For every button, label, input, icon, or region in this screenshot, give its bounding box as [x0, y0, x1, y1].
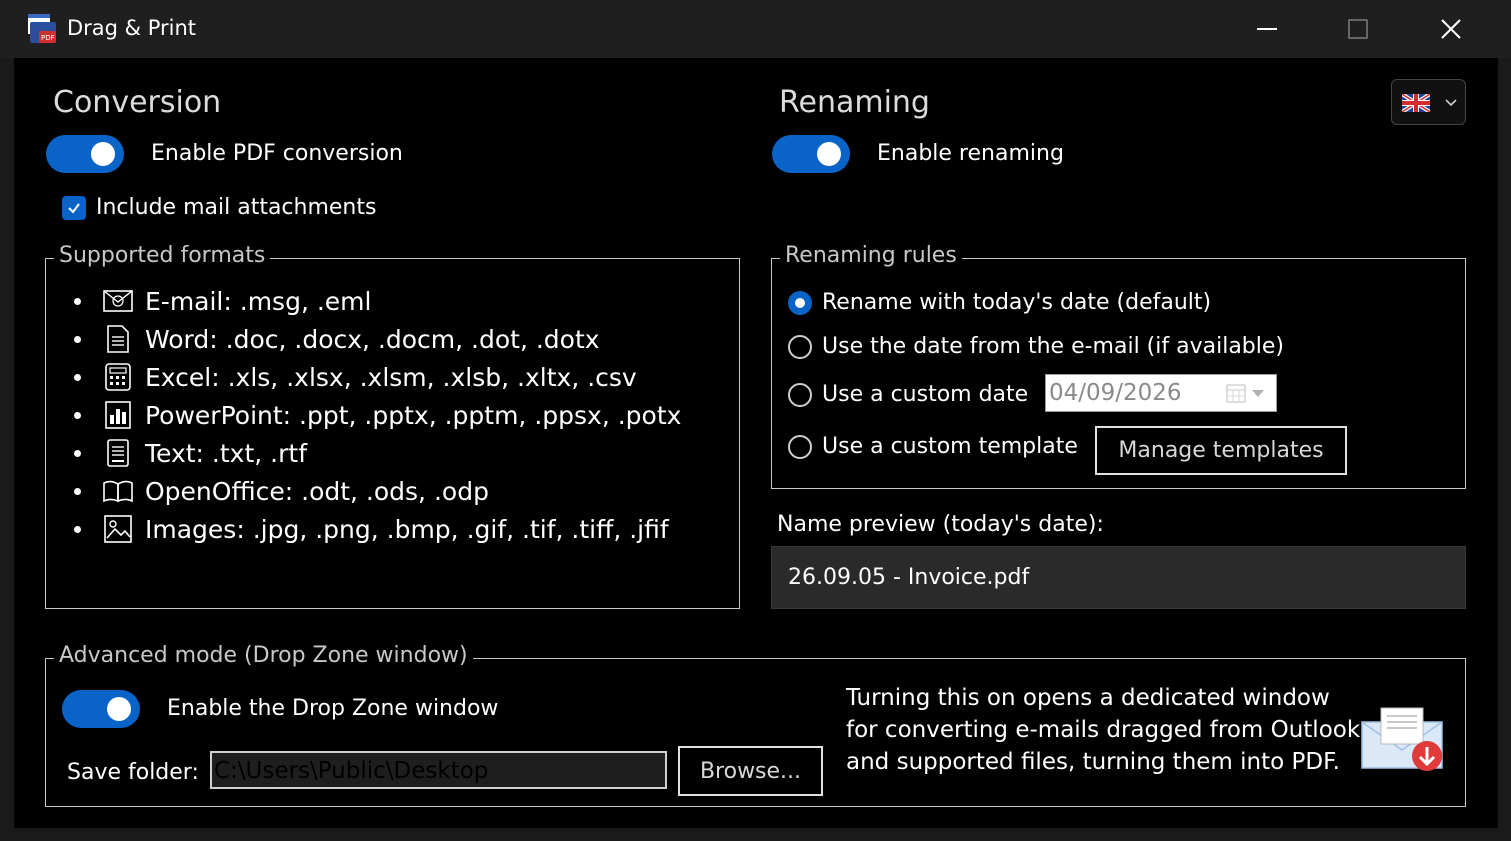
chevron-down-icon: [1445, 99, 1457, 107]
name-preview-box: 26.09.05 - Invoice.pdf: [771, 546, 1466, 609]
open-book-icon: [103, 476, 133, 506]
name-preview-label: Name preview (today's date):: [777, 512, 1104, 537]
close-icon: [1441, 19, 1461, 39]
uk-flag-icon: [1402, 94, 1430, 112]
format-item: Word: .doc, .docx, .docm, .dot, .dotx: [74, 321, 600, 357]
format-item: Excel: .xls, .xlsx, .xlsm, .xlsb, .xltx,…: [74, 359, 637, 395]
pdf-conversion-toggle[interactable]: [46, 135, 124, 173]
window-title: Drag & Print: [67, 16, 197, 40]
minimize-button[interactable]: [1244, 8, 1290, 50]
advanced-mode-legend: Advanced mode (Drop Zone window): [54, 643, 473, 668]
renaming-label: Enable renaming: [877, 141, 1064, 166]
format-item: PowerPoint: .ppt, .pptx, .pptm, .ppsx, .…: [74, 397, 681, 433]
checkmark-icon: [68, 203, 80, 214]
radio-email-date[interactable]: [788, 335, 812, 359]
rule-label-todays-date: Rename with today's date (default): [822, 290, 1212, 315]
radio-custom-date[interactable]: [788, 383, 812, 407]
dropdown-arrow-icon: [1252, 390, 1264, 397]
title-bar: PDF Drag & Print: [0, 0, 1511, 58]
format-item: E-mail: .msg, .eml: [74, 283, 371, 319]
custom-date-value: 04/09/2026: [1049, 380, 1182, 406]
radio-custom-template[interactable]: [788, 435, 812, 459]
format-item: Images: .jpg, .png, .bmp, .gif, .tif, .t…: [74, 511, 669, 547]
maximize-icon: [1348, 19, 1368, 39]
format-item: Text: .txt, .rtf: [74, 435, 307, 471]
renaming-toggle[interactable]: [772, 135, 850, 173]
save-folder-value: C:\Users\Public\Desktop: [214, 758, 489, 784]
minimize-icon: [1257, 28, 1277, 30]
word-document-icon: [103, 324, 133, 354]
drop-zone-toggle[interactable]: [62, 690, 140, 728]
include-attachments-label: Include mail attachments: [96, 195, 377, 220]
rule-label-email-date: Use the date from the e-mail (if availab…: [822, 334, 1284, 359]
include-attachments-checkbox[interactable]: [62, 196, 86, 220]
calendar-icon: [1226, 384, 1246, 403]
email-icon: [103, 286, 133, 316]
close-button[interactable]: [1428, 8, 1474, 50]
client-area: Conversion Enable PDF conversion Include…: [14, 58, 1498, 828]
drop-zone-label: Enable the Drop Zone window: [167, 696, 499, 721]
conversion-heading: Conversion: [53, 85, 222, 120]
renaming-heading: Renaming: [779, 85, 930, 120]
excel-calculator-icon: [103, 362, 133, 392]
maximize-button[interactable]: [1335, 8, 1381, 50]
pdf-conversion-label: Enable PDF conversion: [151, 141, 403, 166]
mail-download-icon: [1361, 707, 1443, 771]
language-selector[interactable]: [1391, 79, 1466, 125]
save-folder-input[interactable]: C:\Users\Public\Desktop: [210, 751, 667, 789]
text-file-icon: [103, 438, 133, 468]
manage-templates-button[interactable]: Manage templates: [1095, 426, 1347, 475]
rule-label-custom-template: Use a custom template: [822, 434, 1078, 459]
save-folder-label: Save folder:: [67, 760, 199, 785]
app-icon: PDF: [26, 13, 58, 45]
format-item: OpenOffice: .odt, .ods, .odp: [74, 473, 489, 509]
radio-todays-date[interactable]: [788, 291, 812, 315]
browse-button[interactable]: Browse...: [678, 746, 823, 796]
rule-label-custom-date: Use a custom date: [822, 382, 1029, 407]
svg-text:PDF: PDF: [41, 34, 55, 42]
custom-date-picker[interactable]: 04/09/2026: [1045, 374, 1277, 412]
image-icon: [103, 514, 133, 544]
supported-formats-legend: Supported formats: [54, 243, 271, 268]
powerpoint-chart-icon: [103, 400, 133, 430]
drop-zone-description: Turning this on opens a dedicated window…: [846, 685, 1361, 775]
supported-formats-group: Supported formats E-mail: .msg, .eml Wor…: [45, 243, 740, 609]
name-preview-value: 26.09.05 - Invoice.pdf: [788, 565, 1030, 590]
renaming-rules-legend: Renaming rules: [780, 243, 962, 268]
